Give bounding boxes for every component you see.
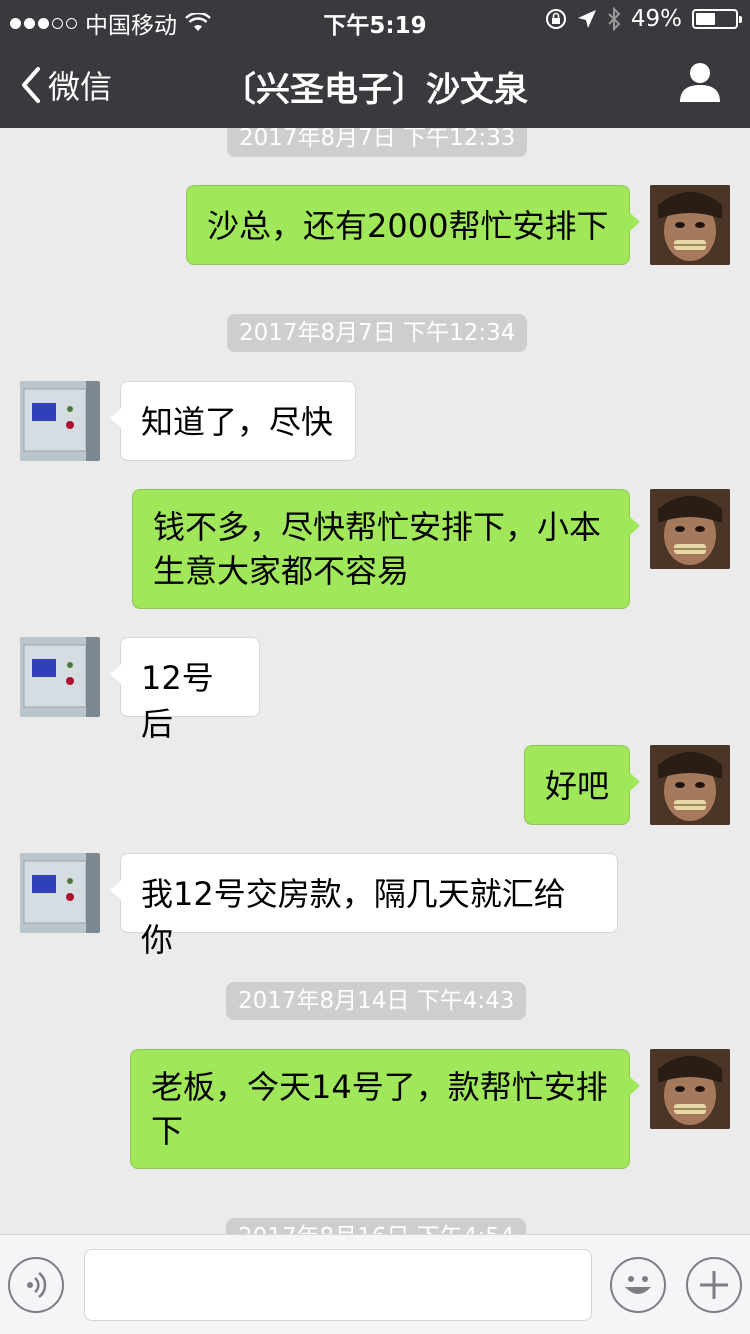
- avatar-image: [20, 637, 100, 717]
- more-button[interactable]: [686, 1257, 742, 1313]
- voice-button[interactable]: [8, 1257, 64, 1313]
- rotation-lock-icon: [545, 9, 566, 29]
- chat-title: 〔兴圣电子〕沙文泉: [222, 70, 528, 110]
- input-bar: [0, 1234, 750, 1334]
- message-bubble-incoming[interactable]: 知道了，尽快: [110, 381, 356, 461]
- message-bubble-outgoing[interactable]: 沙总，还有2000帮忙安排下: [186, 185, 640, 265]
- timestamp: 2017年8月7日 下午12:33: [227, 128, 528, 157]
- message-bubble-incoming[interactable]: 我12号交房款，隔几天就汇给你: [110, 853, 618, 959]
- timestamp: 2017年8月16日 下午4:54: [226, 1218, 527, 1234]
- avatar-image: [650, 185, 730, 265]
- message-text: 知道了，尽快: [141, 403, 334, 441]
- message-bubble-outgoing[interactable]: 钱不多，尽快帮忙安排下，小本 生意大家都不容易: [132, 489, 640, 609]
- message-text-line: 钱不多，尽快帮忙安排下，小本: [153, 508, 602, 546]
- chat-area[interactable]: 2017年8月7日 下午12:33 沙总，还有2000帮忙安排下 2017年8月…: [0, 128, 750, 1234]
- message-text: 沙总，还有2000帮忙安排下: [207, 207, 609, 245]
- message-text-line: 老板，今天14号了，款帮忙安排: [151, 1068, 608, 1106]
- message-bubble-outgoing[interactable]: 好吧: [524, 745, 640, 825]
- timestamp: 2017年8月7日 下午12:34: [227, 314, 528, 352]
- avatar-image: [650, 489, 730, 569]
- message-text: 我12号交房款，隔几天就汇给你: [141, 875, 566, 959]
- emoji-button[interactable]: [610, 1257, 666, 1313]
- my-avatar[interactable]: [650, 489, 730, 569]
- message-text: 好吧: [545, 767, 610, 805]
- message-bubble-outgoing[interactable]: 老板，今天14号了，款帮忙安排 下: [130, 1049, 640, 1169]
- battery-icon: [692, 9, 742, 29]
- status-bar: 中国移动 下午5:19 49%: [0, 0, 750, 40]
- message-text-line: 下: [151, 1112, 184, 1150]
- contact-avatar[interactable]: [20, 637, 100, 717]
- avatar-image: [650, 745, 730, 825]
- avatar-image: [20, 853, 100, 933]
- top-bar: 中国移动 下午5:19 49% 微信 〔兴圣电子〕沙文泉: [0, 0, 750, 128]
- emoji-icon: [625, 1276, 651, 1294]
- contact-avatar[interactable]: [20, 381, 100, 461]
- my-avatar[interactable]: [650, 1049, 730, 1129]
- location-arrow-icon: [577, 10, 596, 28]
- timestamp: 2017年8月14日 下午4:43: [226, 982, 527, 1020]
- bluetooth-icon: [608, 7, 621, 31]
- my-avatar[interactable]: [650, 185, 730, 265]
- message-text-line: 生意大家都不容易: [153, 552, 410, 590]
- message-bubble-incoming[interactable]: 12号后: [110, 637, 260, 743]
- message-input[interactable]: [84, 1249, 592, 1321]
- nav-bar: 微信 〔兴圣电子〕沙文泉: [0, 40, 750, 128]
- message-text: 12号后: [141, 659, 214, 743]
- avatar-image: [20, 381, 100, 461]
- my-avatar[interactable]: [650, 745, 730, 825]
- profile-icon[interactable]: [678, 60, 722, 104]
- voice-icon: [27, 1272, 47, 1298]
- plus-icon: [700, 1271, 728, 1299]
- contact-avatar[interactable]: [20, 853, 100, 933]
- avatar-image: [650, 1049, 730, 1129]
- battery-percent: 49%: [630, 6, 682, 32]
